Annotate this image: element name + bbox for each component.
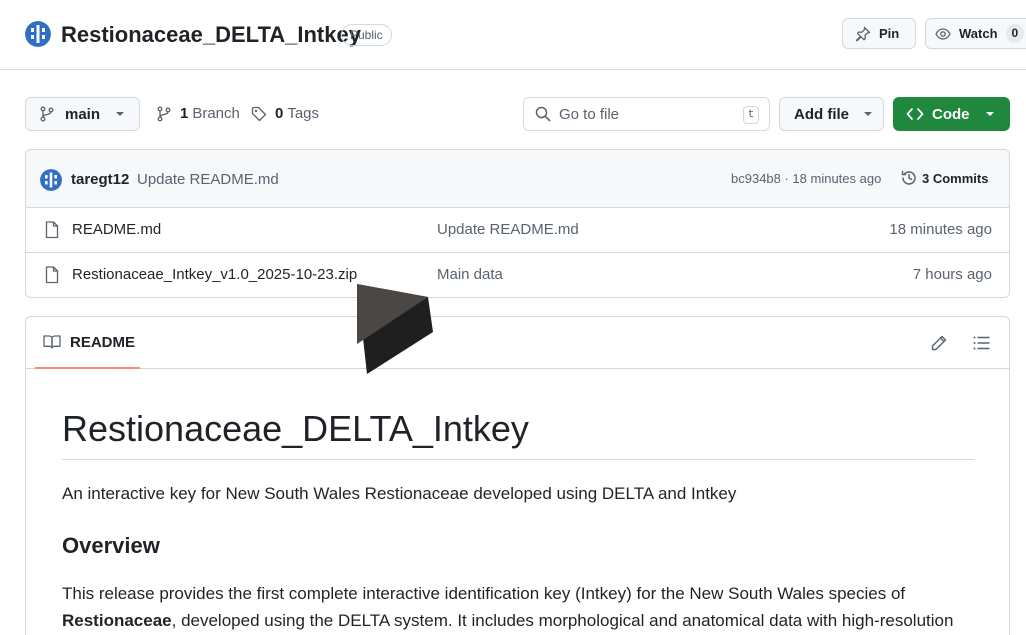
tab-readme[interactable]: README <box>35 317 140 369</box>
file-table: taregt12 Update README.md bc934b8 · 18 m… <box>25 149 1010 298</box>
branches-count: 1 <box>180 105 189 122</box>
readme-tab-label: README <box>70 333 136 351</box>
shortcut-key-hint: t <box>743 106 759 124</box>
tag-icon <box>251 106 267 121</box>
readme-panel: README Restionaceae_DELTA_Intkey An inte… <box>25 316 1010 635</box>
table-row: README.md Update README.md 18 minutes ag… <box>26 208 1009 253</box>
file-name[interactable]: README.md <box>72 221 161 238</box>
book-icon <box>43 335 61 349</box>
watch-button[interactable]: Watch 0 <box>925 18 1026 49</box>
tags-link[interactable]: 0 Tags <box>251 105 319 122</box>
branch-name: main <box>65 105 101 123</box>
branch-selector[interactable]: main <box>25 97 140 131</box>
latest-commit-bar: taregt12 Update README.md bc934b8 · 18 m… <box>26 150 1009 208</box>
file-time: 7 hours ago <box>912 266 992 283</box>
add-file-label: Add file <box>794 105 849 123</box>
search-icon <box>535 106 551 122</box>
chevron-down-icon <box>864 112 872 116</box>
repo-title[interactable]: Restionaceae_DELTA_Intkey <box>61 21 361 49</box>
chevron-down-icon <box>116 112 125 116</box>
code-icon <box>906 108 924 120</box>
watch-count: 0 <box>1005 24 1025 43</box>
go-to-file-input[interactable] <box>559 105 729 123</box>
file-commit-message[interactable]: Update README.md <box>437 221 579 238</box>
chevron-down-icon <box>985 112 994 116</box>
commit-author[interactable]: taregt12 <box>71 171 129 188</box>
file-commit-message[interactable]: Main data <box>437 266 503 283</box>
readme-tab-bar: README <box>26 317 1009 369</box>
code-label: Code <box>932 105 970 123</box>
watch-label: Watch <box>959 26 998 41</box>
code-button[interactable]: Code <box>893 97 1010 131</box>
commit-message[interactable]: Update README.md <box>137 171 279 188</box>
overview-text-end: , developed using the DELTA system. It i… <box>171 611 954 630</box>
pin-button[interactable]: Pin <box>842 18 916 49</box>
commits-link[interactable]: 3 Commits <box>900 169 988 187</box>
overview-text-start: This release provides the first complete… <box>62 584 906 603</box>
tags-label: Tags <box>287 105 320 122</box>
file-icon <box>45 266 59 284</box>
readme-overview-heading: Overview <box>62 533 160 558</box>
overview-text-bold: Restionaceae <box>62 611 172 630</box>
pin-icon <box>855 26 871 41</box>
pencil-icon[interactable] <box>930 334 948 352</box>
readme-overview-text: This release provides the first complete… <box>62 580 974 634</box>
go-to-file-search[interactable]: t <box>523 97 770 131</box>
file-name[interactable]: Restionaceae_Intkey_v1.0_2025-10-23.zip <box>72 266 357 283</box>
avatar[interactable] <box>40 169 62 191</box>
pin-label: Pin <box>879 26 900 41</box>
file-time: 18 minutes ago <box>889 221 992 238</box>
history-icon <box>901 170 916 185</box>
readme-title: Restionaceae_DELTA_Intkey <box>62 407 974 460</box>
add-file-button[interactable]: Add file <box>779 97 884 131</box>
visibility-badge: Public <box>341 24 392 46</box>
branches-link[interactable]: 1 Branch <box>156 105 240 122</box>
cursor-pointer-icon <box>357 284 433 374</box>
commits-label: 3 Commits <box>922 170 989 186</box>
branches-label: Branch <box>192 105 240 122</box>
repo-header: Restionaceae_DELTA_Intkey Public Pin Wat… <box>0 0 1026 70</box>
readme-intro: An interactive key for New South Wales R… <box>62 484 737 503</box>
list-icon[interactable] <box>972 334 990 352</box>
tags-count: 0 <box>275 105 284 122</box>
table-row: Restionaceae_Intkey_v1.0_2025-10-23.zip … <box>26 253 1009 297</box>
git-branch-icon <box>157 106 171 121</box>
file-icon <box>45 221 59 239</box>
eye-icon <box>935 27 951 40</box>
git-branch-icon <box>40 106 54 122</box>
readme-content: Restionaceae_DELTA_Intkey An interactive… <box>62 369 974 634</box>
commit-hash-time[interactable]: bc934b8 · 18 minutes ago <box>731 171 881 186</box>
repo-avatar-icon[interactable] <box>25 21 51 47</box>
